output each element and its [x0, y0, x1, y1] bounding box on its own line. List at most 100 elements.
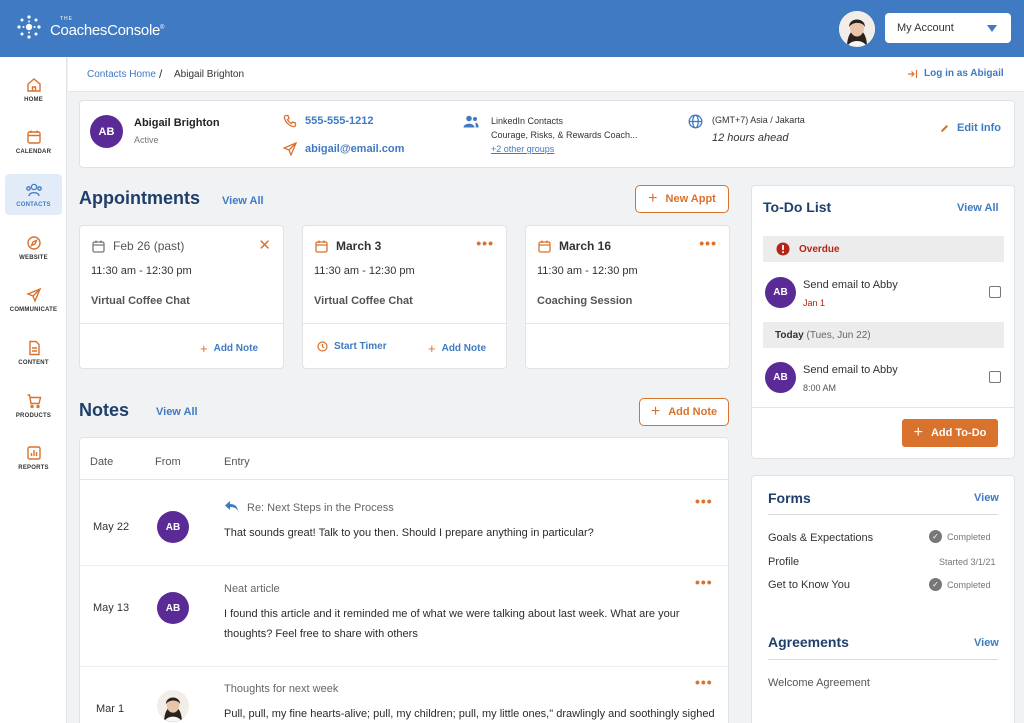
calendar-icon	[315, 240, 328, 253]
logo-mark: ®	[160, 24, 165, 31]
add-todo-label: Add To-Do	[930, 427, 987, 439]
appointment-title: Virtual Coffee Chat	[91, 295, 190, 307]
note-date: Mar 1	[96, 703, 125, 715]
appointment-card[interactable]: Feb 26 (past) ✕ 11:30 am - 12:30 pm Virt…	[79, 225, 284, 369]
forms-heading: Forms	[768, 490, 811, 506]
contact-status: Active	[134, 135, 159, 145]
note-subject: Neat article	[224, 583, 280, 595]
form-status: Started 3/1/21	[939, 557, 996, 567]
forms-view-link[interactable]: View	[974, 492, 999, 504]
edit-info-label: Edit Info	[957, 122, 1001, 134]
today-date: (Tues, Jun 22)	[806, 330, 871, 341]
todo-checkbox[interactable]	[989, 371, 1001, 383]
nav-home[interactable]: HOME	[5, 69, 62, 110]
add-note-button[interactable]: + Add Note	[428, 341, 486, 356]
nav-label: COMMUNICATE	[9, 306, 58, 313]
app-logo[interactable]: THE CoachesConsole®	[16, 14, 164, 40]
appointments-heading: Appointments	[79, 188, 200, 208]
nav-label: PRODUCTS	[15, 412, 52, 419]
note-subject: Re: Next Steps in the Process	[247, 502, 394, 514]
agreements-heading: Agreements	[768, 634, 849, 650]
add-todo-button[interactable]: + Add To-Do	[902, 419, 998, 447]
nav-label: CONTACTS	[16, 201, 51, 208]
todo-text: Send email to Abby	[803, 364, 898, 376]
add-note-label: Add Note	[441, 343, 487, 354]
note-from-avatar	[157, 690, 189, 722]
todo-checkbox[interactable]	[989, 286, 1001, 298]
new-appt-button[interactable]: + New Appt	[635, 185, 729, 213]
add-note-button[interactable]: + Add Note	[200, 341, 258, 356]
other-groups-link[interactable]: +2 other groups	[491, 144, 554, 154]
row-divider	[80, 565, 728, 566]
login-as-label: Log in as Abigail	[924, 68, 1004, 79]
notes-view-all[interactable]: View All	[156, 406, 198, 418]
agreement-name[interactable]: Welcome Agreement	[768, 677, 870, 689]
more-options-icon[interactable]: •••	[699, 235, 717, 251]
breadcrumb-separator: /	[159, 67, 163, 81]
group-subtitle: Courage, Risks, & Rewards Coach...	[491, 130, 638, 140]
appointments-view-all[interactable]: View All	[222, 195, 264, 207]
appointment-time: 11:30 am - 12:30 pm	[537, 265, 638, 277]
appointment-date: March 3	[315, 239, 381, 253]
todo-avatar: AB	[765, 362, 796, 393]
contact-timezone: (GMT+7) Asia / Jakarta	[712, 115, 805, 125]
calendar-icon	[92, 240, 105, 253]
add-note-main-button[interactable]: + Add Note	[639, 398, 729, 426]
more-options-icon[interactable]: •••	[695, 674, 713, 690]
appointment-time: 11:30 am - 12:30 pm	[91, 265, 192, 277]
nav-contacts[interactable]: CONTACTS	[5, 174, 62, 215]
more-options-icon[interactable]: •••	[476, 235, 494, 251]
appointment-card[interactable]: March 3 ••• 11:30 am - 12:30 pm Virtual …	[302, 225, 507, 369]
contact-time-offset: 12 hours ahead	[712, 132, 789, 144]
logo-burst-icon	[17, 15, 41, 39]
nav-calendar[interactable]: CALENDAR	[5, 121, 62, 162]
appointment-time: 11:30 am - 12:30 pm	[314, 265, 415, 277]
todo-heading: To-Do List	[763, 199, 832, 215]
column-header-entry[interactable]: Entry	[224, 456, 250, 468]
nav-label: WEBSITE	[19, 254, 48, 261]
edit-info-button[interactable]: Edit Info	[940, 122, 1001, 134]
appointment-date-text: March 16	[559, 239, 612, 253]
notes-table	[79, 437, 729, 723]
notes-heading: Notes	[79, 400, 130, 420]
breadcrumb-contacts-home[interactable]: Contacts Home	[87, 69, 156, 80]
nav-content[interactable]: CONTENT	[5, 332, 62, 373]
nav-label: CONTENT	[18, 359, 49, 366]
agreements-view-link[interactable]: View	[974, 637, 999, 649]
start-timer-button[interactable]: Start Timer	[317, 341, 387, 352]
divider	[768, 514, 998, 515]
todo-view-all[interactable]: View All	[957, 202, 999, 214]
note-date: May 13	[93, 602, 130, 614]
todo-avatar: AB	[765, 277, 796, 308]
divider	[751, 407, 1015, 408]
login-as-link[interactable]: Log in as Abigail	[907, 68, 1004, 79]
todo-time: 8:00 AM	[803, 383, 837, 393]
contact-phone[interactable]: 555-555-1212	[305, 115, 374, 127]
user-avatar[interactable]	[839, 11, 875, 47]
nav-products[interactable]: PRODUCTS	[5, 385, 62, 426]
nav-communicate[interactable]: COMMUNICATE	[5, 279, 62, 320]
column-header-date[interactable]: Date	[90, 456, 113, 468]
nav-label: REPORTS	[18, 464, 49, 471]
note-body: Pull, pull, my fine hearts-alive; pull, …	[224, 708, 715, 720]
logo-small-text: THE	[60, 16, 73, 22]
form-name[interactable]: Profile	[768, 556, 799, 568]
nav-website[interactable]: WEBSITE	[5, 227, 62, 268]
close-icon[interactable]: ✕	[258, 236, 271, 254]
contact-email[interactable]: abigail@email.com	[305, 143, 404, 155]
nav-label: HOME	[24, 96, 43, 103]
nav-reports[interactable]: REPORTS	[5, 437, 62, 478]
account-dropdown[interactable]: My Account	[885, 13, 1011, 43]
new-appt-label: New Appt	[665, 193, 716, 205]
more-options-icon[interactable]: •••	[695, 493, 713, 509]
appointment-card[interactable]: March 16 ••• 11:30 am - 12:30 pm Coachin…	[525, 225, 730, 369]
home-icon	[26, 77, 41, 92]
note-date: May 22	[93, 521, 130, 533]
form-name[interactable]: Goals & Expectations	[768, 532, 873, 544]
form-name[interactable]: Get to Know You	[768, 579, 850, 591]
chart-icon	[26, 445, 41, 460]
column-header-from[interactable]: From	[155, 456, 181, 468]
caret-down-icon	[987, 24, 997, 32]
todo-due: Jan 1	[803, 298, 826, 308]
more-options-icon[interactable]: •••	[695, 574, 713, 590]
